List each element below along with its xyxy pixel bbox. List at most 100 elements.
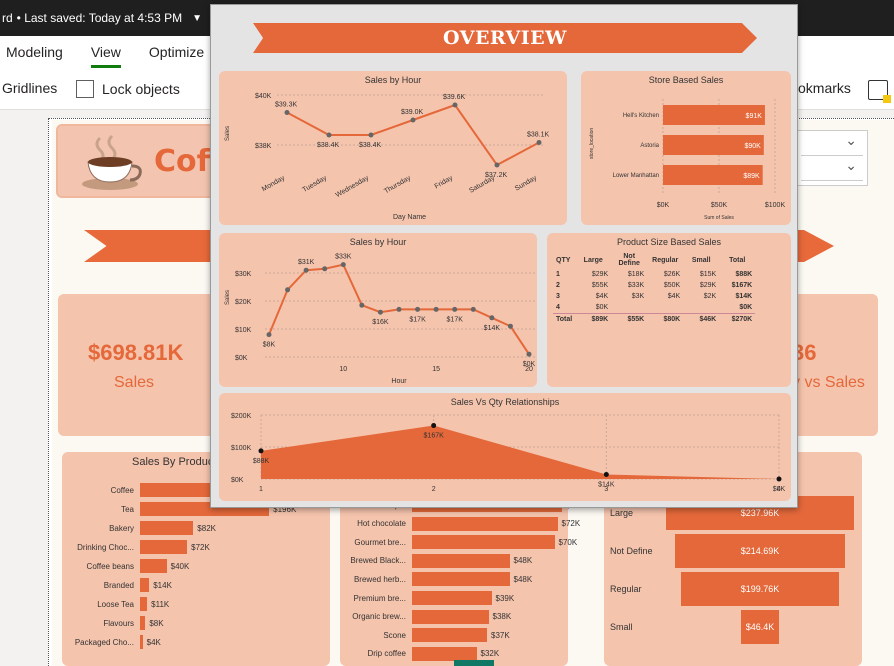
sales-by-product-title: Sales By Produc xyxy=(132,456,214,468)
sales-vs-qty-chart[interactable]: Sales Vs Qty Relationships $200K $100K $0K… xyxy=(219,393,791,501)
product-sales-label: Drinking Choc... xyxy=(77,542,134,552)
product-sales-row[interactable]: Coffee xyxy=(62,483,214,497)
table-cell xyxy=(647,302,683,314)
table-row[interactable]: 3 $4K $3K $4K $2K $14K xyxy=(553,291,755,302)
table-header[interactable]: Small xyxy=(683,251,719,269)
sales-by-day-chart[interactable]: Sales by Hour $40K $38K Sales Day Name $39.3… xyxy=(219,71,567,225)
sales-vs-qty-plot: $200K$100K$0K1 2 3 4$88K$167K$14K$0K xyxy=(231,413,786,493)
product-sales-bar[interactable] xyxy=(140,635,143,649)
sales-by-hour-plot: $30K$20K$10K$0KSales10 15 20Hour$8K$31K$33… xyxy=(225,254,536,385)
tab-view[interactable]: View xyxy=(90,44,122,68)
table-header[interactable]: Not Define xyxy=(611,251,647,269)
product-sales-bar[interactable] xyxy=(140,616,146,630)
size-sales-bar[interactable]: $214.69K xyxy=(675,534,845,568)
category-sales-row[interactable]: Brewed herb... $48K xyxy=(340,572,532,587)
product-sales-bar[interactable] xyxy=(140,578,150,592)
product-sales-value: $8K xyxy=(149,618,164,628)
x-tick-label: Monday xyxy=(261,174,286,193)
table-row[interactable]: 1 $29K $18K $26K $15K $88K xyxy=(553,269,755,280)
store-value: $91K xyxy=(746,113,763,120)
size-sales-bar[interactable]: $46.4K xyxy=(741,610,779,644)
category-sales-row[interactable]: Gourmet bre... $70K xyxy=(340,535,578,550)
product-sales-bar[interactable] xyxy=(140,540,188,554)
x-tick-label: $50K xyxy=(711,202,728,209)
table-row[interactable]: 4 $0K $0K xyxy=(553,302,755,314)
product-sales-row[interactable]: Coffee beans $40K xyxy=(62,559,189,573)
category-sales-bar[interactable] xyxy=(412,609,489,624)
category-sales-row[interactable]: Scone $37K xyxy=(340,628,510,643)
slicer-dropdowns[interactable] xyxy=(796,130,868,186)
category-sales-bar[interactable] xyxy=(412,516,558,531)
data-point xyxy=(322,266,328,272)
table-header[interactable]: Regular xyxy=(647,251,683,269)
size-sales-label: Regular xyxy=(610,584,642,594)
product-sales-row[interactable]: Drinking Choc... $72K xyxy=(62,540,210,554)
product-sales-row[interactable]: Loose Tea $11K xyxy=(62,597,169,611)
lock-objects-toggle[interactable]: Lock objects xyxy=(76,80,180,98)
overview-banner: OVERVIEW xyxy=(253,23,757,53)
category-sales-bar[interactable] xyxy=(412,628,487,643)
size-sales-bar[interactable]: $199.76K xyxy=(681,572,839,606)
data-label: $8K xyxy=(263,342,276,349)
store-sales-chart[interactable]: Store Based Sales store_location $0K $50K $… xyxy=(581,71,791,225)
data-point xyxy=(266,332,272,338)
y-tick-label: $40K xyxy=(255,93,272,100)
last-saved-text[interactable]: • Last saved: Today at 4:53 PM xyxy=(17,11,182,25)
lock-objects-checkbox[interactable] xyxy=(76,80,94,98)
x-axis-label: Hour xyxy=(391,378,407,385)
x-tick-label: 2 xyxy=(432,486,436,493)
table-row[interactable]: Total $89K $55K $80K $46K $270K xyxy=(553,313,756,325)
store-sales-title: Store Based Sales xyxy=(648,75,724,85)
category-sales-value: $32K xyxy=(480,649,500,659)
product-sales-row[interactable]: Flavours $8K xyxy=(62,616,164,630)
slicer-dropdown-1[interactable] xyxy=(801,132,863,156)
product-sales-row[interactable]: Branded $14K xyxy=(62,578,172,592)
category-sales-bar[interactable] xyxy=(412,591,492,605)
table-header[interactable]: QTY xyxy=(553,251,575,269)
table-header[interactable]: Large xyxy=(575,251,611,269)
data-label: $17K xyxy=(409,316,426,323)
slicer-dropdown-2[interactable] xyxy=(801,157,863,181)
category-sales-bar[interactable] xyxy=(412,535,555,550)
category-sales-row[interactable]: Drip coffee $32K xyxy=(340,646,500,661)
category-sales-bar[interactable] xyxy=(412,572,510,587)
data-label: $16K xyxy=(372,319,389,326)
overview-popup[interactable]: OVERVIEW Sales by Hour $40K $38K Sales Day … xyxy=(210,4,798,508)
product-sales-bar[interactable] xyxy=(140,559,167,573)
category-sales-row[interactable]: Organic brew... $38K xyxy=(340,609,511,624)
category-sales-value: $48K xyxy=(513,556,533,566)
product-size-table-card[interactable]: Product Size Based Sales QTY Large Not Def… xyxy=(547,233,791,387)
table-cell: $29K xyxy=(699,282,717,289)
product-size-table[interactable]: QTY Large Not Define Regular Small Total 1 $29K… xyxy=(553,251,756,325)
category-sales-value: $70K xyxy=(558,537,578,547)
category-sales-row[interactable]: Brewed Black... $48K xyxy=(340,553,533,568)
product-sales-bar[interactable] xyxy=(140,597,148,611)
store-value: $89K xyxy=(743,173,760,180)
product-sales-label: Branded xyxy=(103,580,134,590)
tab-optimize[interactable]: Optimize xyxy=(149,44,204,60)
category-sales-bar[interactable] xyxy=(412,553,510,568)
table-row[interactable]: 2 $55K $33K $50K $29K $167K xyxy=(553,280,755,291)
lock-objects-label: Lock objects xyxy=(102,81,180,97)
data-point xyxy=(489,315,495,321)
product-sales-row[interactable]: Packaged Cho... $4K xyxy=(62,635,161,649)
bookmark-pane-icon[interactable] xyxy=(868,80,891,103)
category-sales-bar[interactable] xyxy=(412,646,477,661)
product-sales-bar[interactable] xyxy=(140,521,194,535)
sales-by-hour-chart[interactable]: Sales by Hour $30K $20K $10K $0K Sales 10 15 20… xyxy=(219,233,537,387)
table-header[interactable]: Total xyxy=(719,251,755,269)
product-sales-row[interactable]: Bakery $82K xyxy=(62,521,216,535)
category-sales-row[interactable]: Hot chocolate $72K xyxy=(340,516,580,531)
table-cell: $80K xyxy=(647,313,684,325)
gridlines-toggle[interactable]: Gridlines xyxy=(2,80,57,96)
bookmarks-button[interactable]: okmarks xyxy=(798,80,851,96)
product-sales-value: $11K xyxy=(151,599,170,609)
tab-modeling[interactable]: Modeling xyxy=(6,44,63,60)
product-sales-value: $82K xyxy=(197,523,216,533)
data-point xyxy=(340,262,346,268)
product-sales-bar[interactable] xyxy=(140,483,210,497)
category-sales-row[interactable]: Premium bre... $39K xyxy=(340,591,514,605)
product-sales-value: $4K xyxy=(146,637,161,647)
chevron-down-icon[interactable]: ▼ xyxy=(192,13,202,24)
data-label: $39.0K xyxy=(401,109,424,116)
